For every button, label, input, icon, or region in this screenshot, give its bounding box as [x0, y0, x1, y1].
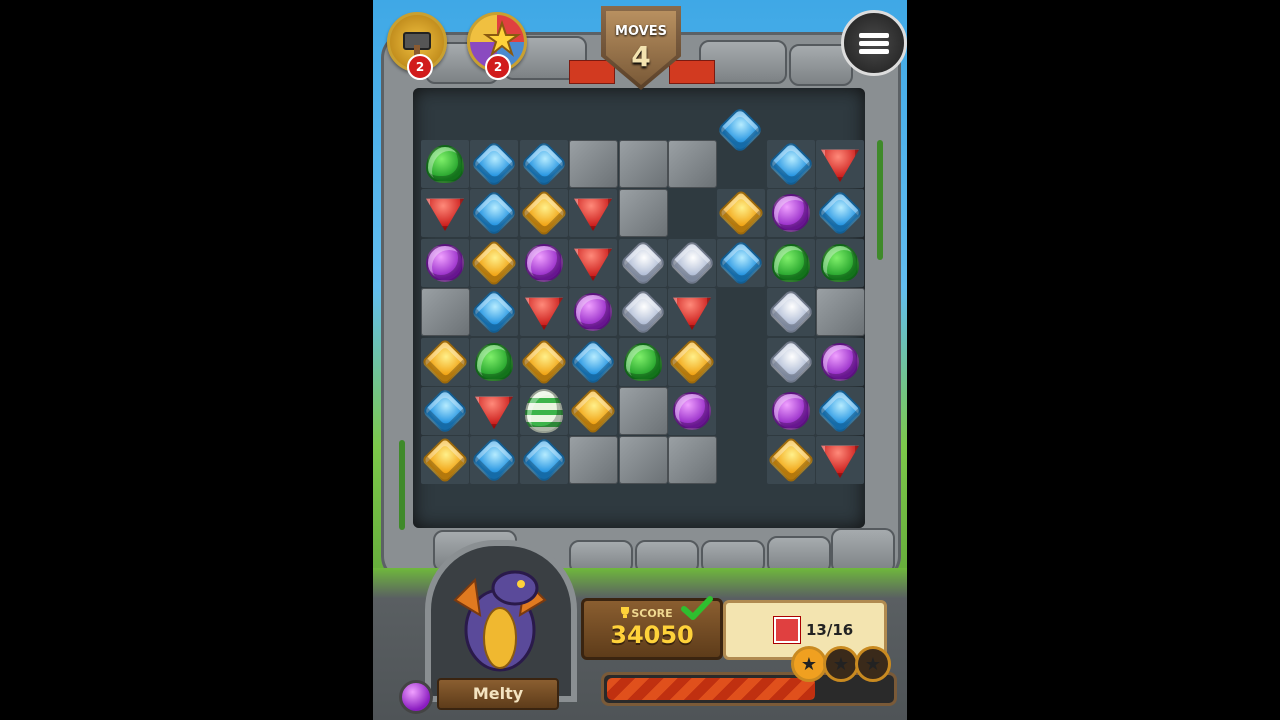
white-gem[interactable]: [618, 238, 668, 288]
stone-block: [816, 288, 865, 336]
red-gem[interactable]: [470, 387, 518, 435]
moves-shield: MOVES 4: [601, 6, 681, 90]
stone-block: [569, 436, 618, 484]
red-gem[interactable]: [816, 436, 864, 484]
stone-block: [619, 436, 668, 484]
stone-block: [668, 436, 717, 484]
red-gem[interactable]: [668, 288, 716, 336]
stone-block: [569, 140, 618, 188]
blue-gem[interactable]: [568, 337, 618, 387]
game-screen: 2 2 MOVES 4 Melty SCORE 34050 13/16 ★ ★: [373, 0, 907, 720]
blue-gem[interactable]: [469, 188, 519, 238]
blue-gem[interactable]: [519, 435, 569, 485]
purple-gem[interactable]: [816, 338, 864, 386]
blue-gem[interactable]: [815, 188, 865, 238]
vine-decoration: [877, 140, 883, 260]
yellow-gem[interactable]: [667, 337, 717, 387]
star-3-icon: ★: [855, 646, 891, 682]
menu-button[interactable]: [841, 10, 907, 76]
red-gem[interactable]: [421, 189, 469, 237]
hamburger-menu-icon: [859, 30, 889, 57]
yellow-gem[interactable]: [766, 435, 816, 485]
red-gem[interactable]: [816, 140, 864, 188]
score-value: 34050: [610, 621, 694, 649]
blue-gem[interactable]: [469, 287, 519, 337]
green-gem[interactable]: [470, 338, 518, 386]
red-gem[interactable]: [520, 288, 568, 336]
red-gem[interactable]: [569, 189, 617, 237]
blue-gem[interactable]: [519, 139, 569, 189]
checkmark-icon: [681, 596, 713, 620]
yellow-gem[interactable]: [519, 188, 569, 238]
trophy-icon: [621, 607, 629, 618]
yellow-gem[interactable]: [716, 188, 766, 238]
blue-gem[interactable]: [815, 386, 865, 436]
yellow-gem[interactable]: [519, 337, 569, 387]
score-panel: SCORE 34050: [581, 596, 723, 660]
white-gem[interactable]: [766, 337, 816, 387]
purple-gem[interactable]: [421, 239, 469, 287]
dragon-character: [453, 570, 547, 672]
star-1-icon: ★: [791, 646, 827, 682]
green-gem[interactable]: [767, 239, 815, 287]
stone-block: [619, 189, 668, 237]
blue-gem[interactable]: [469, 139, 519, 189]
blue-gem[interactable]: [420, 386, 470, 436]
star-orb-count-badge: 2: [485, 54, 511, 80]
egg-gem[interactable]: [520, 387, 568, 435]
green-gem[interactable]: [421, 140, 469, 188]
target-tile-icon: [774, 617, 800, 643]
goal-counter: 13/16: [806, 621, 854, 639]
blue-gem[interactable]: [469, 435, 519, 485]
yellow-gem[interactable]: [420, 337, 470, 387]
purple-gem[interactable]: [767, 387, 815, 435]
yellow-gem[interactable]: [568, 386, 618, 436]
yellow-gem[interactable]: [469, 238, 519, 288]
character-name-plate: Melty: [437, 678, 559, 710]
gem-board[interactable]: [420, 139, 865, 485]
white-gem[interactable]: [667, 238, 717, 288]
moves-label: MOVES: [615, 24, 667, 39]
yellow-gem[interactable]: [420, 435, 470, 485]
white-gem[interactable]: [766, 287, 816, 337]
vine-decoration: [399, 440, 405, 530]
green-gem[interactable]: [816, 239, 864, 287]
purple-gem[interactable]: [767, 189, 815, 237]
character-gem-icon: [399, 680, 433, 714]
hammer-count-badge: 2: [407, 54, 433, 80]
red-gem[interactable]: [569, 239, 617, 287]
white-gem[interactable]: [618, 287, 668, 337]
purple-gem[interactable]: [668, 387, 716, 435]
stone-block: [421, 288, 470, 336]
star-2-icon: ★: [823, 646, 859, 682]
stone-block: [619, 387, 668, 435]
purple-gem[interactable]: [569, 288, 617, 336]
score-progress-fill: [607, 678, 815, 700]
purple-gem[interactable]: [520, 239, 568, 287]
blue-gem[interactable]: [716, 238, 766, 288]
falling-gem: [715, 105, 765, 155]
moves-counter: 4: [631, 40, 651, 73]
green-gem[interactable]: [619, 338, 667, 386]
stone-block: [668, 140, 717, 188]
stone-block: [619, 140, 668, 188]
blue-gem[interactable]: [766, 139, 816, 189]
